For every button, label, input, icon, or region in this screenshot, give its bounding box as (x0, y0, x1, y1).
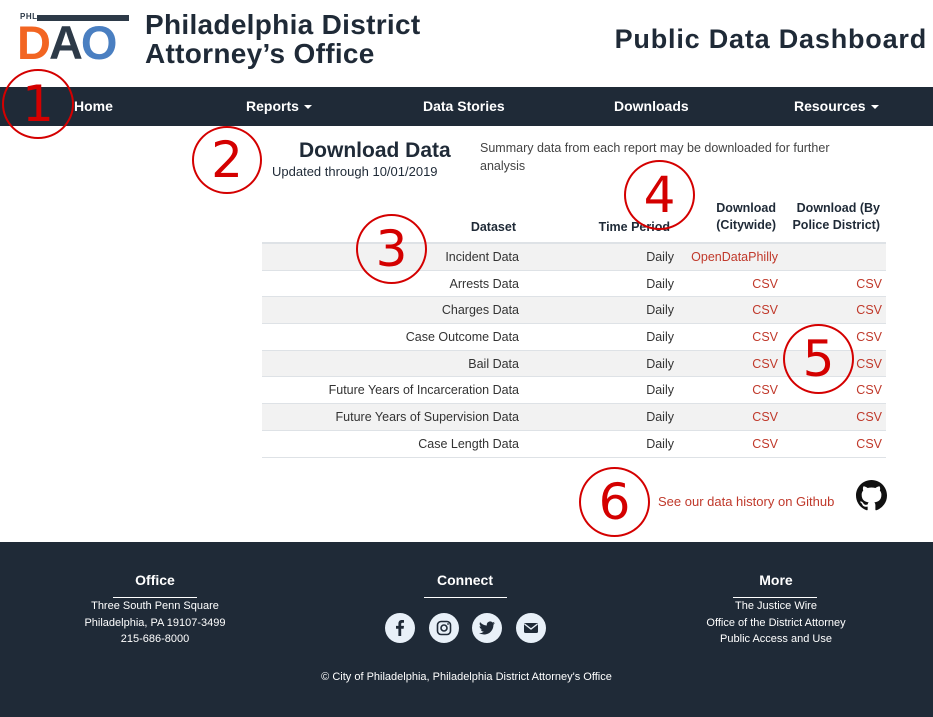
dataset-name: Arrests Data (449, 276, 519, 291)
table-row: Future Years of Supervision Data Daily C… (262, 404, 886, 431)
dataset-name: Charges Data (441, 303, 519, 318)
footer-office-divider (113, 597, 197, 598)
header-dataset: Dataset (470, 220, 516, 234)
district-csv-link[interactable]: CSV (856, 431, 882, 457)
org-name[interactable]: Philadelphia District Attorney’s Office (145, 10, 420, 68)
office-address-line2: Philadelphia, PA 19107-3499 (84, 616, 226, 629)
footer-more-divider (733, 597, 817, 598)
dashboard-title: Public Data Dashboard (614, 24, 927, 54)
footer-more-heading: More (759, 572, 793, 588)
office-address-line1: Three South Penn Square (91, 600, 219, 612)
nav-home[interactable]: Home (74, 87, 113, 126)
dataset-name: Future Years of Supervision Data (335, 410, 519, 425)
time-period: Daily (646, 303, 674, 318)
citywide-csv-link[interactable]: CSV (752, 351, 778, 377)
facebook-icon[interactable] (385, 613, 415, 643)
footer-connect: Connect (365, 542, 565, 598)
district-csv-link[interactable]: CSV (856, 351, 882, 377)
public-access-link[interactable]: Public Access and Use (676, 631, 876, 648)
citywide-link[interactable]: OpenDataPhilly (691, 244, 778, 270)
email-icon[interactable] (516, 613, 546, 643)
twitter-icon[interactable] (472, 613, 502, 643)
table-row: Case Length Data Daily CSV CSV (262, 431, 886, 458)
instagram-icon[interactable] (429, 613, 459, 643)
dataset-name: Future Years of Incarceration Data (328, 383, 519, 398)
github-link[interactable]: See our data history on Github (658, 494, 834, 509)
nav-resources-label: Resources (794, 98, 866, 114)
dataset-name: Bail Data (468, 356, 519, 371)
updated-date: Updated through 10/01/2019 (272, 164, 438, 179)
github-icon[interactable] (856, 480, 887, 511)
table-header: Dataset Time Period Download (Citywide) … (262, 197, 886, 244)
caret-down-icon (303, 105, 312, 109)
district-csv-link[interactable]: CSV (856, 324, 882, 350)
main-nav: Home Reports Data Stories Downloads Reso… (0, 87, 933, 126)
header-district: Download (By Police District) (792, 201, 880, 232)
logo-letters: DAO (17, 16, 117, 69)
citywide-csv-link[interactable]: CSV (752, 377, 778, 403)
district-csv-link[interactable]: CSV (856, 297, 882, 323)
table-row: Charges Data Daily CSV CSV (262, 297, 886, 325)
office-of-da-link[interactable]: Office of the District Attorney (676, 615, 876, 632)
time-period: Daily (646, 410, 674, 425)
nav-downloads[interactable]: Downloads (614, 87, 689, 126)
org-name-line1: Philadelphia District (145, 9, 421, 40)
citywide-csv-link[interactable]: CSV (752, 297, 778, 323)
site-footer: Office Three South Penn Square Philadelp… (0, 542, 933, 717)
district-csv-link[interactable]: CSV (856, 377, 882, 403)
footer-office: Office Three South Penn Square Philadelp… (55, 542, 255, 648)
dataset-name: Case Outcome Data (405, 330, 519, 345)
annotation-2: 2 (192, 126, 262, 194)
header-citywide: Download (Citywide) (716, 201, 776, 232)
footer-connect-heading: Connect (437, 572, 493, 588)
citywide-csv-link[interactable]: CSV (752, 324, 778, 350)
annotation-5: 5 (783, 324, 854, 394)
annotation-6: 6 (579, 467, 650, 537)
caret-down-icon (870, 105, 879, 109)
footer-more: More The Justice Wire Office of the Dist… (676, 542, 876, 648)
time-period: Daily (646, 436, 674, 451)
justice-wire-link[interactable]: The Justice Wire (676, 598, 876, 615)
nav-reports-label: Reports (246, 98, 299, 114)
nav-reports[interactable]: Reports (246, 87, 312, 126)
nav-data-stories[interactable]: Data Stories (423, 87, 505, 126)
annotation-1: 1 (2, 69, 74, 139)
citywide-csv-link[interactable]: CSV (752, 404, 778, 430)
org-name-line2: Attorney’s Office (145, 38, 375, 69)
time-period: Daily (646, 250, 674, 264)
download-table: Dataset Time Period Download (Citywide) … (262, 197, 886, 458)
nav-resources[interactable]: Resources (794, 87, 879, 126)
citywide-csv-link[interactable]: CSV (752, 431, 778, 457)
site-header: PHL DAO Philadelphia District Attorney’s… (0, 0, 933, 87)
citywide-csv-link[interactable]: CSV (752, 271, 778, 297)
footer-connect-divider (424, 597, 507, 598)
time-period: Daily (646, 276, 674, 291)
table-row: Arrests Data Daily CSV CSV (262, 271, 886, 298)
time-period: Daily (646, 356, 674, 371)
download-title: Download Data (299, 139, 451, 162)
dao-logo[interactable]: PHL DAO (17, 12, 130, 68)
copyright: © City of Philadelphia, Philadelphia Dis… (321, 671, 612, 683)
dataset-name: Incident Data (445, 250, 519, 264)
time-period: Daily (646, 383, 674, 398)
district-csv-link[interactable]: CSV (856, 271, 882, 297)
annotation-3: 3 (356, 214, 427, 284)
time-period: Daily (646, 330, 674, 345)
footer-office-heading: Office (135, 572, 175, 588)
office-phone: 215-686-8000 (120, 633, 190, 645)
dataset-name: Case Length Data (418, 436, 519, 451)
district-csv-link[interactable]: CSV (856, 404, 882, 430)
annotation-4: 4 (624, 160, 695, 230)
